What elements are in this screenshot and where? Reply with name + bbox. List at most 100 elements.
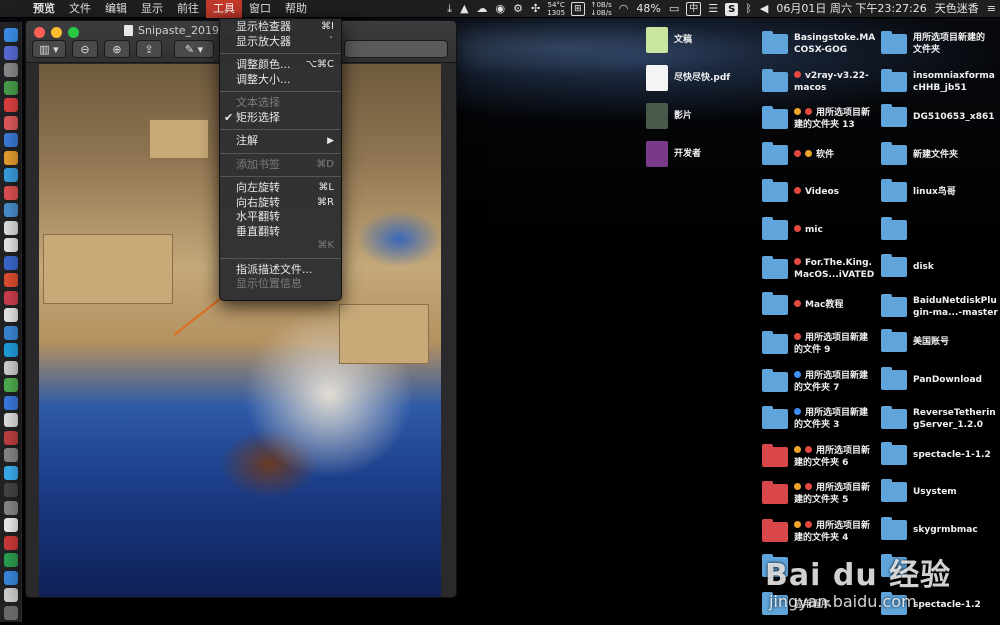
dock-app-icon[interactable] — [3, 203, 18, 217]
menu-item[interactable]: 垂直翻转 — [220, 225, 341, 240]
menu-item[interactable]: 调整大小... — [220, 73, 341, 88]
desktop-item[interactable]: insomniaxforma cHHB_jb51 — [881, 68, 995, 94]
grid-icon[interactable]: ⊞ — [571, 2, 585, 16]
app-menu[interactable]: 预览 — [26, 0, 62, 18]
menu-extra-icon[interactable]: ✣ — [527, 0, 544, 18]
desktop-item[interactable]: 用所选项目新建 的文件 9 — [762, 331, 868, 356]
user-name[interactable]: 天色迷香 — [931, 0, 983, 18]
apple-menu-icon[interactable] — [0, 0, 26, 18]
dock-app-icon[interactable] — [3, 500, 18, 515]
dock-app-icon[interactable] — [3, 535, 18, 550]
dock-app-icon[interactable] — [3, 28, 18, 42]
dock-app-icon[interactable] — [3, 238, 18, 252]
zoom-out-button[interactable]: ⊖ — [72, 40, 98, 58]
dock-app-icon[interactable] — [3, 430, 18, 445]
dock-app-icon[interactable] — [3, 553, 18, 567]
dock-app-icon[interactable] — [3, 518, 18, 532]
notification-center-icon[interactable]: ≡ — [983, 0, 1000, 18]
dock-app-icon[interactable] — [3, 588, 18, 602]
volume-icon[interactable]: ◀ — [756, 0, 772, 18]
battery-percent[interactable]: 48% — [632, 0, 664, 18]
bluetooth-icon[interactable]: ᛒ — [741, 0, 756, 18]
dock-app-icon[interactable] — [3, 308, 18, 322]
desktop-item[interactable]: DG510653_x861 — [881, 104, 995, 127]
dock-app-icon[interactable] — [3, 325, 18, 340]
desktop-item[interactable]: skygrmbmac — [881, 516, 978, 540]
desktop-item[interactable]: ReverseTetherin gServer_1.2.0 — [881, 406, 996, 431]
desktop-item[interactable]: 用所选项目新建 的文件夹 7 — [762, 368, 868, 394]
desktop-item[interactable]: For.The.King. MacOS...iVATED — [762, 256, 874, 281]
desktop-item[interactable]: Videos — [762, 179, 839, 202]
desktop-item[interactable]: disk — [881, 254, 934, 277]
menu-help[interactable]: 帮助 — [278, 0, 314, 18]
desktop-item[interactable]: 开发者 — [646, 141, 701, 167]
zoom-button[interactable] — [68, 27, 79, 38]
dock-app-icon[interactable] — [3, 98, 18, 112]
datetime[interactable]: 06月01日 周六 下午23:27:26 — [772, 0, 930, 18]
menu-tools[interactable]: 工具 — [206, 0, 242, 18]
desktop-item[interactable]: PanDownload — [881, 366, 982, 390]
desktop-item[interactable] — [881, 216, 913, 240]
desktop-item[interactable]: 用所选项目新 建的文件夹 4 — [762, 518, 870, 544]
desktop-item[interactable]: 用所选项目新建的 文件夹 — [881, 31, 985, 56]
menu-item[interactable]: 显示放大器 ` — [220, 35, 341, 50]
dock-app-icon[interactable] — [3, 290, 18, 305]
desktop-item[interactable]: 美国账号 — [881, 329, 949, 352]
menu-go[interactable]: 前往 — [170, 0, 206, 18]
menu-file[interactable]: 文件 — [62, 0, 98, 18]
desktop-item[interactable]: 用所选项目新 建的文件夹 13 — [762, 106, 870, 131]
desktop-item[interactable]: Basingstoke.MA COSX-GOG — [762, 31, 875, 56]
dock-app-icon[interactable] — [3, 273, 18, 287]
input-method[interactable]: 中 — [686, 2, 702, 16]
dock-app-icon[interactable] — [3, 413, 18, 427]
sidebar-toggle-button[interactable]: ▥ ▾ — [32, 40, 66, 58]
desktop-item[interactable]: 尽快尽快.pdf — [646, 65, 730, 91]
wifi-icon[interactable]: ◠ — [615, 0, 633, 18]
s-app-icon[interactable]: S — [725, 2, 739, 16]
dock-app-icon[interactable] — [3, 80, 18, 95]
dock-app-icon[interactable] — [3, 220, 18, 235]
menu-item[interactable]: 显示检查器 ⌘I — [220, 20, 341, 35]
desktop-item[interactable]: 用所选项目新 建的文件夹 5 — [762, 481, 870, 506]
temperature-readout[interactable]: 54°C 1305 — [544, 0, 568, 18]
menu-item[interactable]: ✔ 矩形选择 — [220, 111, 341, 126]
settings-gear-icon[interactable]: ⚙ — [509, 0, 527, 18]
desktop-item[interactable]: 软件 — [762, 141, 834, 165]
desktop-item[interactable]: 影片 — [646, 103, 692, 129]
share-button[interactable]: ⇪ — [136, 40, 162, 58]
dock-app-icon[interactable] — [3, 150, 18, 165]
desktop-item[interactable]: 文稿 — [646, 27, 692, 53]
menu-item[interactable]: 向左旋转 ⌘L — [220, 181, 341, 196]
notification-bell-icon[interactable]: ▲ — [456, 0, 472, 18]
menu-item[interactable]: 水平翻转 — [220, 210, 341, 225]
menu-view[interactable]: 显示 — [134, 0, 170, 18]
dock-app-icon[interactable] — [3, 465, 18, 480]
desktop-item[interactable]: v2ray-v3.22- macos — [762, 68, 869, 94]
menu-item[interactable]: 指派描述文件... — [220, 263, 341, 278]
dock-app-icon[interactable] — [3, 570, 18, 585]
minimize-button[interactable] — [51, 27, 62, 38]
download-icon[interactable]: ⤓ — [443, 0, 456, 18]
dock-app-icon[interactable] — [3, 133, 18, 147]
dock-app-icon[interactable] — [3, 115, 18, 130]
desktop-item[interactable]: mic — [762, 216, 823, 240]
dock-app-icon[interactable] — [3, 168, 18, 182]
dock-app-icon[interactable] — [3, 605, 18, 620]
siri-icon[interactable]: ☰ — [704, 0, 722, 18]
cloud-icon[interactable]: ☁ — [473, 0, 492, 18]
battery-icon[interactable]: ▭ — [665, 0, 683, 18]
desktop-item[interactable]: 新建文件夹 — [881, 141, 958, 165]
dock-app-icon[interactable] — [3, 343, 18, 357]
desktop-item[interactable]: linux鸟哥 — [881, 179, 956, 202]
sync-icon[interactable]: ◉ — [492, 0, 510, 18]
dock-app-icon[interactable] — [3, 185, 18, 200]
menu-item[interactable]: 注解 ▶ — [220, 134, 341, 149]
desktop-item[interactable]: 用所选项目新 建的文件夹 6 — [762, 443, 870, 469]
menu-item[interactable]: 调整颜色... ⌥⌘C — [220, 58, 341, 73]
menu-edit[interactable]: 编辑 — [98, 0, 134, 18]
menu-item[interactable]: 向右旋转 ⌘R — [220, 196, 341, 211]
desktop-item[interactable]: Mac教程 — [762, 291, 843, 315]
desktop-item[interactable]: BaiduNetdiskPlu gin-ma...-master — [881, 293, 998, 319]
menu-window[interactable]: 窗口 — [242, 0, 278, 18]
desktop-item[interactable]: 用所选项目新建 的文件夹 3 — [762, 406, 868, 431]
